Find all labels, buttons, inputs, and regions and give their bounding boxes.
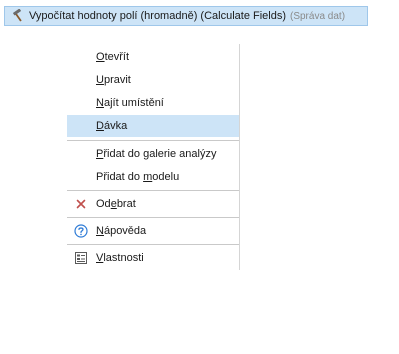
menu-item-label: Odebrat [96,198,136,210]
menu-item-label: Přidat do galerie analýzy [96,148,217,160]
menu-item-label: Vlastnosti [96,252,144,264]
menu-item-remove[interactable]: Odebrat [67,193,239,215]
menu-item-label: Upravit [96,74,131,86]
menu-item-edit[interactable]: Upravit [67,69,239,91]
menu-separator [67,190,239,191]
menu-item-label: Dávka [96,120,128,132]
menu-item-label: Nápověda [96,225,147,237]
menu-item-label: Najít umístění [96,97,164,109]
page: Vypočítat hodnoty polí (hromadně) (Calcu… [0,0,399,354]
menu-item-add-to-gallery[interactable]: Přidat do galerie analýzy [67,143,239,165]
tool-result-row[interactable]: Vypočítat hodnoty polí (hromadně) (Calcu… [4,6,368,26]
menu-item-properties[interactable]: Vlastnosti [67,247,239,269]
menu-separator [67,244,239,245]
context-menu: Otevřít Upravit Najít umístění Dávka Při… [67,44,240,270]
menu-item-label: Otevřít [96,51,130,63]
hammer-icon [13,9,22,22]
menu-separator [67,217,239,218]
properties-icon [73,250,89,266]
menu-item-add-to-model[interactable]: Přidat do modelu [67,166,239,188]
close-icon [73,196,89,212]
menu-item-label: Přidat do modelu [96,171,180,183]
menu-item-find-location[interactable]: Najít umístění [67,92,239,114]
menu-separator [67,140,239,141]
menu-item-batch[interactable]: Dávka [67,115,239,137]
menu-item-open[interactable]: Otevřít [67,46,239,68]
tool-toolbox: (Správa dat) [290,10,346,22]
help-icon [73,223,89,239]
menu-item-help[interactable]: Nápověda [67,220,239,242]
tool-name: Vypočítat hodnoty polí (hromadně) (Calcu… [29,10,286,22]
